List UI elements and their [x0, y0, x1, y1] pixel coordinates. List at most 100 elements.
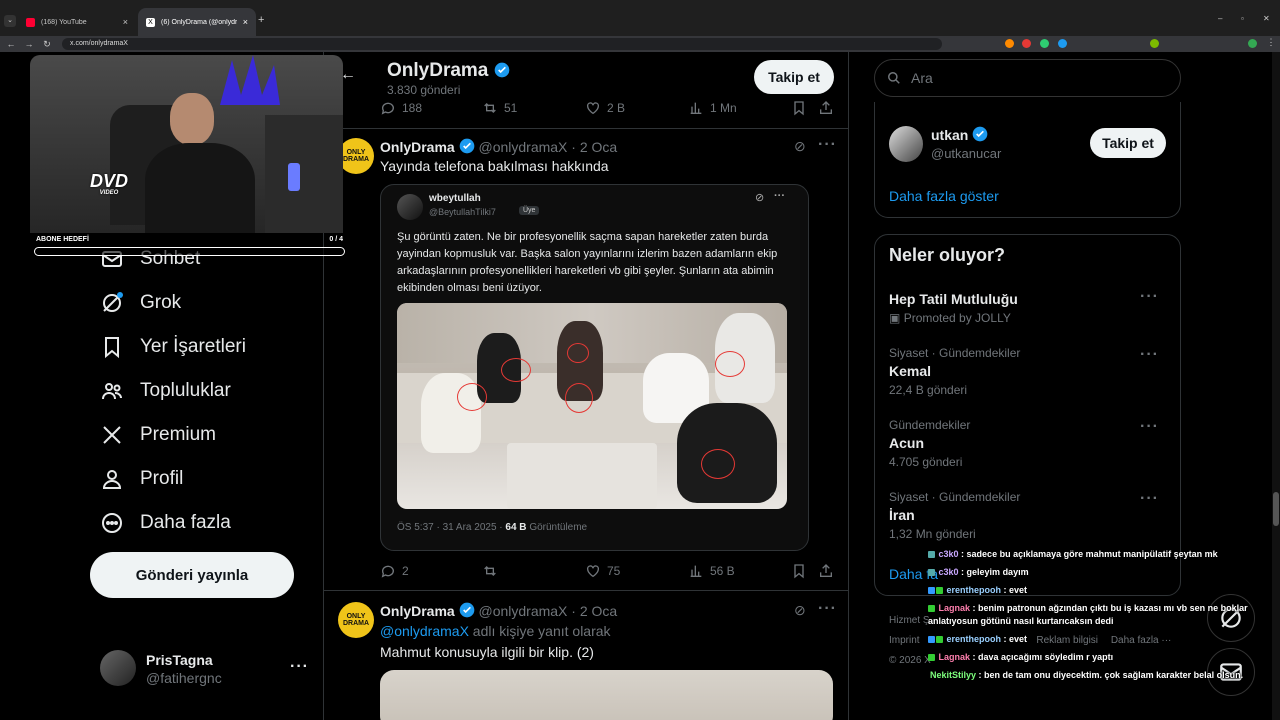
tab-title: (6) OnlyDrama (@onlydramaX) / X [161, 18, 237, 26]
post-count: 3.830 gönderi [387, 83, 461, 97]
show-more-link[interactable]: Daha fazla göster [889, 188, 999, 204]
views-button[interactable]: 56 B [688, 563, 735, 579]
more-icon[interactable]: ··· [1140, 490, 1159, 508]
grok-explain-icon[interactable]: ⊘ [755, 191, 764, 204]
tweet-handle[interactable]: @onlydramaX [478, 603, 567, 619]
trend-item[interactable]: Siyaset · Gündemdekiler İran 1,32 Mn gön… [889, 490, 1169, 541]
trend-category: Siyaset · Gündemdekiler [889, 490, 1021, 504]
sidebar-item-profile[interactable]: Profil [100, 467, 183, 491]
reply-to-link[interactable]: @onlydramaX [380, 623, 469, 639]
minimize-button[interactable]: – [1218, 14, 1222, 23]
trend-name: Kemal [889, 363, 932, 379]
scrollbar-thumb[interactable] [1273, 492, 1279, 526]
bookmark-button[interactable] [791, 100, 807, 116]
follow-button[interactable]: Takip et [754, 60, 834, 94]
url-field[interactable]: x.com/onlydramaX [62, 38, 942, 50]
account-handle: @fatihergnc [146, 670, 222, 686]
account-switcher[interactable]: PrisTagna @fatihergnc ··· [100, 650, 310, 690]
avatar[interactable] [889, 126, 923, 162]
trend-item[interactable]: Gündemdekiler Acun 4.705 gönderi ··· [889, 418, 1169, 469]
trend-item[interactable]: Siyaset · Gündemdekiler Kemal 22,4 B gön… [889, 346, 1169, 397]
extension-icon[interactable] [1150, 39, 1159, 48]
quote-more-icon[interactable]: ··· [774, 190, 785, 202]
bookmark-button[interactable] [791, 563, 807, 579]
chat-username: c3k0 [938, 549, 959, 559]
quote-meta: ÖS 5:37 · 31 Ara 2025 · 64 B Görüntüleme [397, 522, 588, 533]
reply-button[interactable]: 188 [380, 100, 422, 116]
tab-youtube[interactable]: (168) YouTube × [18, 8, 136, 36]
sidebar-item-communities[interactable]: Topluluklar [100, 379, 231, 403]
views-button[interactable]: 1 Mn [688, 100, 737, 116]
bookmark-icon [105, 337, 119, 359]
more-icon[interactable]: ··· [290, 658, 309, 676]
tweet-date[interactable]: · 2 Oca [571, 603, 617, 619]
share-button[interactable] [818, 563, 834, 579]
chat-username: NekitStilyy [930, 670, 977, 680]
extension-icon[interactable] [1005, 39, 1014, 48]
share-button[interactable] [818, 100, 834, 116]
close-icon[interactable]: × [123, 17, 128, 27]
profile-icon[interactable] [1248, 39, 1257, 48]
youtube-icon [26, 17, 35, 27]
who-to-follow-card: utkan @utkanucar Takip et Daha fazla gös… [874, 102, 1181, 218]
tweet-handle[interactable]: @onlydramaX [478, 139, 567, 155]
extension-icon[interactable] [1058, 39, 1067, 48]
forward-icon[interactable]: → [20, 39, 38, 49]
tweet-media[interactable] [380, 670, 833, 720]
like-button[interactable]: 75 [585, 563, 620, 579]
chat-username: erenthepooh [946, 634, 1002, 644]
tweet-more-icon[interactable]: ··· [818, 600, 837, 618]
sidebar-item-more[interactable]: Daha fazla [100, 511, 231, 535]
scrollbar[interactable] [1272, 52, 1280, 720]
quote-photo[interactable] [397, 303, 787, 509]
extension-icon[interactable] [1022, 39, 1031, 48]
page-title: OnlyDrama [387, 60, 510, 82]
sidebar-item-grok[interactable]: Grok [100, 291, 181, 315]
close-window-button[interactable]: ✕ [1263, 14, 1270, 23]
x-logo-icon: X [146, 17, 155, 27]
views-icon [690, 102, 702, 114]
tweet-author[interactable]: OnlyDrama [380, 139, 455, 155]
suggestion-name[interactable]: utkan [931, 126, 988, 143]
x-logo-icon [103, 426, 121, 444]
back-icon[interactable]: ← [2, 39, 20, 49]
tweet-avatar[interactable]: ONLY DRAMA [338, 602, 374, 638]
subscriber-goal-widget: ABONE HEDEFİ 0 / 4 [30, 233, 347, 261]
repost-button[interactable] [482, 563, 498, 579]
grok-explain-icon[interactable]: ⊘ [794, 602, 806, 619]
trend-item[interactable]: Hep Tatil Mutluluğu ▣ Promoted by JOLLY … [889, 288, 1169, 325]
bookmark-icon [794, 564, 804, 579]
extension-icon[interactable] [1040, 39, 1049, 48]
grok-explain-icon[interactable]: ⊘ [794, 138, 806, 155]
quoted-tweet[interactable]: wbeytullah @BeytullahTilki7 Üye ⊘ ··· Şu… [380, 184, 809, 551]
streamer-figure [170, 93, 214, 145]
more-icon[interactable]: ··· [1140, 418, 1159, 436]
tab-search-button[interactable]: ⌄ [4, 15, 16, 27]
more-icon[interactable]: ··· [1140, 346, 1159, 364]
reply-button[interactable]: 2 [380, 563, 409, 579]
trends-title: Neler oluyor? [889, 245, 1006, 265]
annotation-circle [501, 358, 531, 382]
search-input[interactable]: Ara [874, 59, 1181, 97]
tweet-date[interactable]: · 2 Oca [571, 139, 617, 155]
tweet-avatar[interactable]: ONLY DRAMA [338, 138, 374, 174]
menu-icon[interactable]: ⋮ [1262, 37, 1280, 48]
person-icon [102, 470, 122, 489]
badge-icon [928, 569, 935, 576]
tweet-more-icon[interactable]: ··· [818, 136, 837, 154]
like-button[interactable]: 2 B [585, 100, 625, 116]
repost-button[interactable]: 51 [482, 100, 517, 116]
sidebar-item-bookmarks[interactable]: Yer İşaretleri [100, 335, 246, 359]
tab-onlydrama[interactable]: X (6) OnlyDrama (@onlydramaX) / X × [138, 8, 256, 36]
reload-icon[interactable]: ↻ [38, 39, 56, 50]
more-icon[interactable]: ··· [1140, 288, 1159, 306]
maximize-button[interactable]: ▫ [1241, 14, 1244, 23]
new-tab-button[interactable]: + [258, 14, 264, 26]
annotation-circle [565, 383, 593, 413]
sidebar-item-premium[interactable]: Premium [100, 423, 216, 447]
post-button[interactable]: Gönderi yayınla [90, 552, 294, 598]
dvd-logo: DVD VIDEO [90, 171, 129, 196]
tweet-author[interactable]: OnlyDrama [380, 603, 455, 619]
follow-button[interactable]: Takip et [1090, 128, 1166, 158]
close-icon[interactable]: × [243, 17, 248, 27]
